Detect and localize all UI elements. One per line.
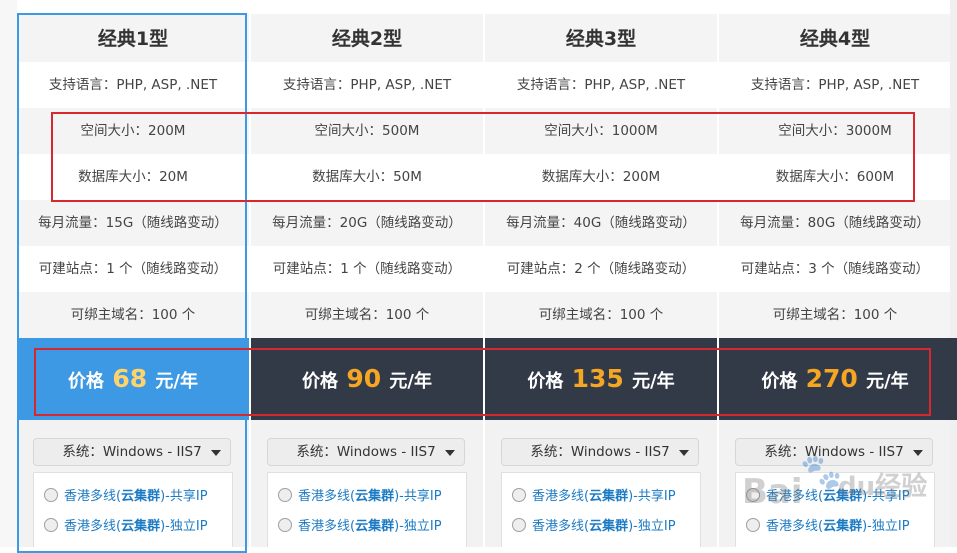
system-select[interactable]: 系统：Windows - IIS7 xyxy=(33,438,231,466)
price-prefix: 价格 xyxy=(68,371,105,392)
line-option-dedicated-ip[interactable]: 香港多线(云集群)-独立IP xyxy=(278,517,442,537)
plan-title: 经典2型 xyxy=(251,14,483,62)
plan-database: 数据库大小：200M xyxy=(541,169,661,185)
plan-database: 数据库大小：20M xyxy=(78,169,188,185)
plan-language: 支持语言：PHP, ASP, .NET xyxy=(750,77,920,93)
price-value: 135 xyxy=(571,364,624,393)
line-option-shared-ip[interactable]: 香港多线(云集群)-共享IP xyxy=(746,487,910,507)
price-suffix: 元/年 xyxy=(155,371,198,392)
line-options: 香港多线(云集群)-共享IP 香港多线(云集群)-独立IP xyxy=(501,472,701,547)
price-value: 270 xyxy=(805,364,858,393)
price-prefix: 价格 xyxy=(761,371,798,392)
right-edge-strip xyxy=(950,0,957,547)
plan-price: 价格 68 元/年 xyxy=(17,338,249,420)
plan-card-2[interactable]: 经典2型 支持语言：PHP, ASP, .NET 空间大小：500M 数据库大小… xyxy=(251,14,483,547)
plan-traffic: 每月流量：20G（随线路变动） xyxy=(251,200,483,246)
plan-language: 支持语言：PHP, ASP, .NET xyxy=(516,77,686,93)
plan-config: 系统：Windows - IIS7 香港多线(云集群)-共享IP 香港多线(云集… xyxy=(17,420,249,547)
line-option-dedicated-ip[interactable]: 香港多线(云集群)-独立IP xyxy=(44,517,208,537)
plan-space: 空间大小：200M xyxy=(17,108,249,154)
plan-database: 数据库大小：50M xyxy=(312,169,422,185)
plan-title: 经典4型 xyxy=(719,14,951,62)
line-option-shared-ip[interactable]: 香港多线(云集群)-共享IP xyxy=(278,487,442,507)
plan-domains: 可绑主域名：100 个 xyxy=(719,292,951,338)
plan-price: 价格 135 元/年 xyxy=(485,338,717,420)
plan-language: 支持语言：PHP, ASP, .NET xyxy=(282,77,452,93)
chevron-down-icon xyxy=(211,450,221,456)
plan-title: 经典1型 xyxy=(17,14,249,62)
plan-traffic: 每月流量：80G（随线路变动） xyxy=(719,200,951,246)
chevron-down-icon xyxy=(445,450,455,456)
radio-icon[interactable] xyxy=(746,488,760,502)
plan-sites: 可建站点：1 个（随线路变动） xyxy=(38,261,228,277)
line-option-shared-ip[interactable]: 香港多线(云集群)-共享IP xyxy=(512,487,676,507)
radio-icon[interactable] xyxy=(512,488,526,502)
price-suffix: 元/年 xyxy=(632,371,675,392)
plan-domains: 可绑主域名：100 个 xyxy=(17,292,249,338)
plan-space: 空间大小：3000M xyxy=(719,108,951,154)
radio-icon[interactable] xyxy=(746,518,760,532)
plan-traffic: 每月流量：40G（随线路变动） xyxy=(485,200,717,246)
plan-card-3[interactable]: 经典3型 支持语言：PHP, ASP, .NET 空间大小：1000M 数据库大… xyxy=(485,14,717,547)
line-option-dedicated-ip[interactable]: 香港多线(云集群)-独立IP xyxy=(512,517,676,537)
plan-config: 系统：Windows - IIS7 香港多线(云集群)-共享IP 香港多线(云集… xyxy=(251,420,483,547)
price-value: 90 xyxy=(346,364,382,393)
system-select[interactable]: 系统：Windows - IIS7 xyxy=(267,438,465,466)
line-options: 香港多线(云集群)-共享IP 香港多线(云集群)-独立IP xyxy=(735,472,935,547)
plan-space: 空间大小：1000M xyxy=(485,108,717,154)
chevron-down-icon xyxy=(679,450,689,456)
chevron-down-icon xyxy=(913,450,923,456)
plan-domains: 可绑主域名：100 个 xyxy=(251,292,483,338)
plan-price: 价格 90 元/年 xyxy=(251,338,483,420)
system-select[interactable]: 系统：Windows - IIS7 xyxy=(501,438,699,466)
plan-sites: 可建站点：1 个（随线路变动） xyxy=(272,261,462,277)
system-select[interactable]: 系统：Windows - IIS7 xyxy=(735,438,933,466)
plan-price: 价格 270 元/年 xyxy=(719,338,951,420)
line-options: 香港多线(云集群)-共享IP 香港多线(云集群)-独立IP xyxy=(267,472,467,547)
price-suffix: 元/年 xyxy=(866,371,909,392)
radio-icon[interactable] xyxy=(512,518,526,532)
radio-icon[interactable] xyxy=(278,518,292,532)
plan-sites: 可建站点：2 个（随线路变动） xyxy=(506,261,696,277)
plan-comparison: 经典1型 支持语言：PHP, ASP, .NET 空间大小：200M 数据库大小… xyxy=(0,0,957,547)
plan-card-1[interactable]: 经典1型 支持语言：PHP, ASP, .NET 空间大小：200M 数据库大小… xyxy=(17,14,249,547)
radio-icon[interactable] xyxy=(44,518,58,532)
right-edge-price-strip xyxy=(950,338,957,420)
system-select-value: 系统：Windows - IIS7 xyxy=(62,444,202,460)
plan-domains: 可绑主域名：100 个 xyxy=(485,292,717,338)
line-option-dedicated-ip[interactable]: 香港多线(云集群)-独立IP xyxy=(746,517,910,537)
plan-config: 系统：Windows - IIS7 香港多线(云集群)-共享IP 香港多线(云集… xyxy=(719,420,951,547)
price-prefix: 价格 xyxy=(302,371,339,392)
system-select-value: 系统：Windows - IIS7 xyxy=(530,444,670,460)
radio-icon[interactable] xyxy=(44,488,58,502)
plan-database: 数据库大小：600M xyxy=(775,169,895,185)
price-value: 68 xyxy=(112,364,148,393)
radio-icon[interactable] xyxy=(278,488,292,502)
plan-title: 经典3型 xyxy=(485,14,717,62)
line-options: 香港多线(云集群)-共享IP 香港多线(云集群)-独立IP xyxy=(33,472,233,547)
price-prefix: 价格 xyxy=(527,371,564,392)
plan-card-4[interactable]: 经典4型 支持语言：PHP, ASP, .NET 空间大小：3000M 数据库大… xyxy=(719,14,951,547)
price-suffix: 元/年 xyxy=(389,371,432,392)
plan-space: 空间大小：500M xyxy=(251,108,483,154)
system-select-value: 系统：Windows - IIS7 xyxy=(296,444,436,460)
plan-language: 支持语言：PHP, ASP, .NET xyxy=(48,77,218,93)
plan-config: 系统：Windows - IIS7 香港多线(云集群)-共享IP 香港多线(云集… xyxy=(485,420,717,547)
plan-sites: 可建站点：3 个（随线路变动） xyxy=(740,261,930,277)
line-option-shared-ip[interactable]: 香港多线(云集群)-共享IP xyxy=(44,487,208,507)
plan-traffic: 每月流量：15G（随线路变动） xyxy=(17,200,249,246)
system-select-value: 系统：Windows - IIS7 xyxy=(764,444,904,460)
